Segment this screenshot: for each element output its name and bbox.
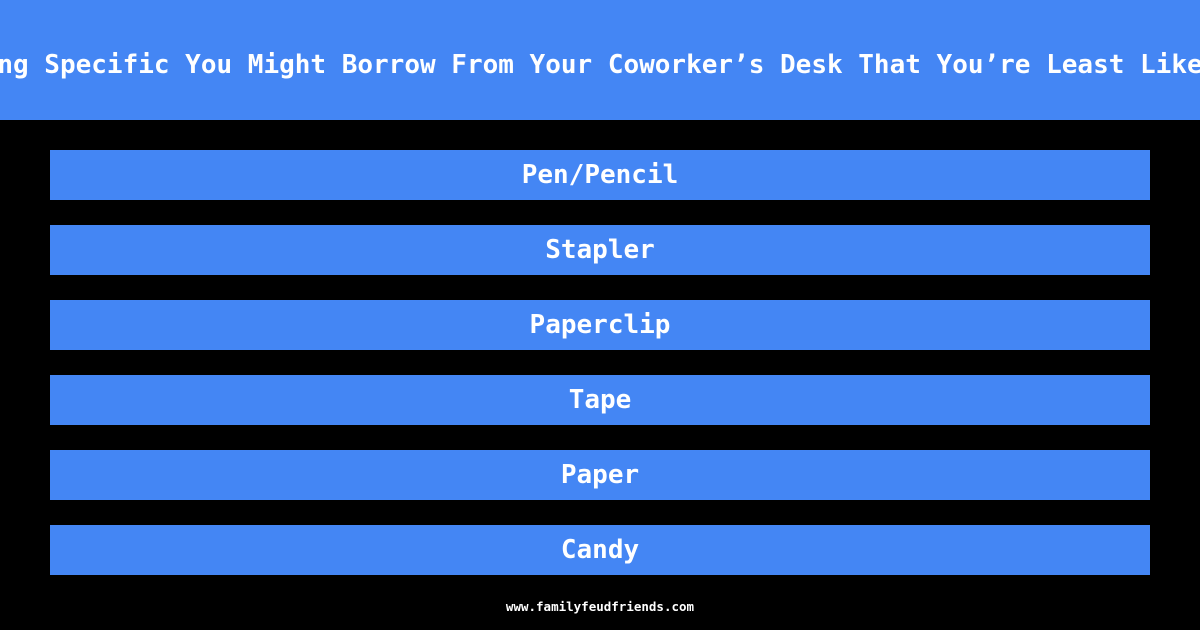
answer-item: Candy [50, 525, 1150, 575]
site-url: www.familyfeudfriends.com [505, 599, 695, 614]
question-header: Name Something Specific You Might Borrow… [0, 0, 1200, 120]
answer-item: Paper [50, 450, 1150, 500]
answer-item: Stapler [50, 225, 1150, 275]
answer-item: Pen/Pencil [50, 150, 1150, 200]
question-title: Name Something Specific You Might Borrow… [0, 50, 1200, 80]
answer-item: Paperclip [50, 300, 1150, 350]
answer-item: Tape [50, 375, 1150, 425]
answer-list: Pen/Pencil Stapler Paperclip Tape Paper … [50, 150, 1150, 600]
